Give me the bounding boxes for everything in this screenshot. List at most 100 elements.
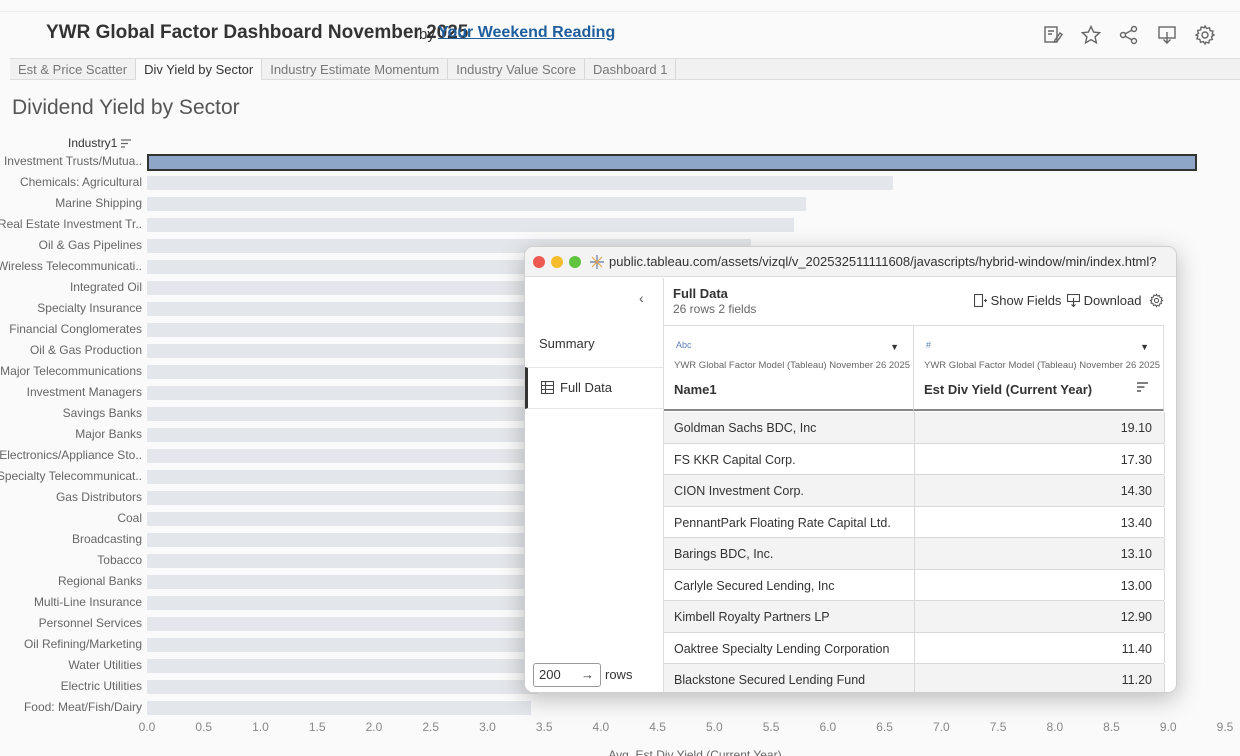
zoom-window-button[interactable] — [569, 256, 581, 268]
category-label[interactable]: Specialty Telecommunicat.. — [0, 469, 142, 483]
sidebar-item-full-data[interactable]: Full Data — [525, 367, 663, 409]
table-row[interactable]: FS KKR Capital Corp. 17.30 — [664, 443, 1165, 475]
category-label[interactable]: Electric Utilities — [61, 679, 142, 693]
column-divider — [914, 412, 915, 443]
category-label[interactable]: Integrated Oil — [70, 280, 142, 294]
row-count-input[interactable]: 200 → — [533, 663, 601, 687]
category-label[interactable]: Marine Shipping — [55, 196, 142, 210]
tab-industry-value-score[interactable]: Industry Value Score — [448, 59, 585, 80]
category-label[interactable]: Savings Banks — [63, 406, 142, 420]
row-name: PennantPark Floating Rate Capital Ltd. — [674, 515, 891, 530]
column-divider — [914, 601, 915, 632]
category-label[interactable]: Oil Refining/Marketing — [24, 637, 142, 651]
category-label[interactable]: Investment Managers — [27, 385, 142, 399]
chevron-left-icon[interactable]: ‹ — [639, 290, 644, 306]
x-tick-label: 6.5 — [876, 720, 893, 734]
category-label[interactable]: Gas Distributors — [56, 490, 142, 504]
gear-icon[interactable] — [1149, 293, 1164, 308]
category-label[interactable]: Chemicals: Agricultural — [20, 175, 142, 189]
edit-icon[interactable] — [1042, 24, 1064, 46]
row-value: 13.00 — [1120, 578, 1152, 593]
category-label[interactable]: Oil & Gas Pipelines — [39, 238, 142, 252]
category-label[interactable]: Personnel Services — [39, 616, 142, 630]
category-label[interactable]: Major Banks — [75, 427, 142, 441]
category-label[interactable]: Financial Conglomerates — [9, 322, 142, 336]
dimension-header[interactable]: Industry1 — [68, 136, 131, 150]
bar[interactable] — [147, 218, 794, 232]
tab-dashboard-1[interactable]: Dashboard 1 — [585, 59, 677, 80]
category-label[interactable]: Coal — [117, 511, 142, 525]
bar[interactable] — [147, 701, 531, 715]
tab-div-yield-by-sector[interactable]: Div Yield by Sector — [136, 59, 263, 80]
dimension-header-label: Industry1 — [68, 136, 118, 150]
bar[interactable] — [147, 638, 550, 652]
x-tick-label: 5.0 — [706, 720, 723, 734]
author-link[interactable]: Your Weekend Reading — [438, 24, 615, 42]
bar[interactable] — [147, 154, 1197, 171]
caret-down-icon[interactable]: ▼ — [890, 342, 899, 352]
x-tick-label: 3.0 — [479, 720, 496, 734]
table-row[interactable]: Blackstone Secured Lending Fund 11.20 — [664, 664, 1165, 692]
table-row[interactable]: Carlyle Secured Lending, Inc 13.00 — [664, 569, 1165, 601]
gear-icon[interactable] — [1194, 24, 1216, 46]
share-icon[interactable] — [1118, 24, 1140, 46]
table-row[interactable]: Kimbell Royalty Partners LP 12.90 — [664, 601, 1165, 633]
row-count-value: 200 — [539, 667, 561, 682]
x-tick-label: 6.0 — [819, 720, 837, 734]
table-row[interactable]: PennantPark Floating Rate Capital Ltd. 13… — [664, 506, 1165, 538]
category-label[interactable]: Oil & Gas Production — [30, 343, 142, 357]
category-label[interactable]: Multi-Line Insurance — [34, 595, 142, 609]
close-window-button[interactable] — [533, 256, 545, 268]
bar[interactable] — [147, 554, 573, 568]
data-sidebar: ‹ Summary Full Data 200 → rows — [525, 278, 664, 692]
category-label[interactable]: Electronics/Appliance Sto.. — [0, 448, 142, 462]
download-icon — [1066, 293, 1081, 308]
row-value: 14.30 — [1120, 484, 1152, 498]
column-divider — [1164, 664, 1165, 692]
row-value: 11.20 — [1121, 673, 1152, 687]
tab-industry-estimate-momentum[interactable]: Industry Estimate Momentum — [262, 59, 449, 80]
star-icon[interactable] — [1080, 24, 1102, 46]
sort-icon[interactable] — [1137, 382, 1149, 394]
show-fields-button[interactable]: Show Fields — [973, 293, 1061, 308]
bar[interactable] — [147, 575, 567, 589]
table-row[interactable]: Oaktree Specialty Lending Corporation 11.… — [664, 632, 1165, 664]
byline-text: by — [419, 26, 435, 43]
category-label[interactable]: Water Utilities — [68, 658, 142, 672]
bar[interactable] — [147, 680, 539, 694]
minimize-window-button[interactable] — [551, 256, 563, 268]
column-header-div-yield[interactable]: # ▼ YWR Global Factor Model (Tableau) No… — [914, 325, 1164, 411]
column-header-name[interactable]: Abc ▼ YWR Global Factor Model (Tableau) … — [664, 325, 914, 411]
bar[interactable] — [147, 533, 579, 547]
table-row[interactable]: CION Investment Corp. 14.30 — [664, 475, 1165, 507]
row-name: Oaktree Specialty Lending Corporation — [674, 641, 890, 656]
category-label[interactable]: Major Telecommunications — [0, 364, 142, 378]
category-label[interactable]: Food: Meat/Fish/Dairy — [24, 700, 142, 714]
caret-down-icon[interactable]: ▼ — [1140, 342, 1149, 352]
tab-est-price-scatter[interactable]: Est & Price Scatter — [10, 59, 137, 80]
bar[interactable] — [147, 197, 807, 211]
sidebar-item-summary[interactable]: Summary — [539, 336, 595, 351]
arrow-right-icon[interactable]: → — [581, 667, 594, 682]
category-label[interactable]: Real Estate Investment Tr.. — [0, 217, 142, 231]
download-button[interactable]: Download — [1066, 293, 1141, 308]
table-row[interactable]: Goldman Sachs BDC, Inc 19.10 — [664, 412, 1165, 444]
category-label[interactable]: Regional Banks — [58, 574, 142, 588]
x-tick-label: 4.0 — [592, 720, 610, 734]
bar[interactable] — [147, 617, 556, 631]
column-divider — [914, 443, 915, 474]
sort-icon[interactable] — [120, 139, 131, 148]
dashboard-header: YWR Global Factor Dashboard November 202… — [0, 12, 1240, 58]
bar[interactable] — [147, 176, 893, 190]
download-icon[interactable] — [1156, 24, 1178, 46]
bar[interactable] — [147, 659, 545, 673]
category-label[interactable]: Broadcasting — [72, 532, 142, 546]
category-label[interactable]: Wireless Telecommunicati.. — [0, 259, 142, 273]
sheet-tabs: Est & Price Scatter Div Yield by Sector … — [10, 58, 1240, 80]
column-divider — [914, 632, 915, 663]
category-label[interactable]: Investment Trusts/Mutua.. — [4, 154, 142, 168]
table-row[interactable]: Barings BDC, Inc. 13.10 — [664, 538, 1165, 570]
category-label[interactable]: Specialty Insurance — [37, 301, 142, 315]
bar[interactable] — [147, 596, 562, 610]
category-label[interactable]: Tobacco — [97, 553, 142, 567]
